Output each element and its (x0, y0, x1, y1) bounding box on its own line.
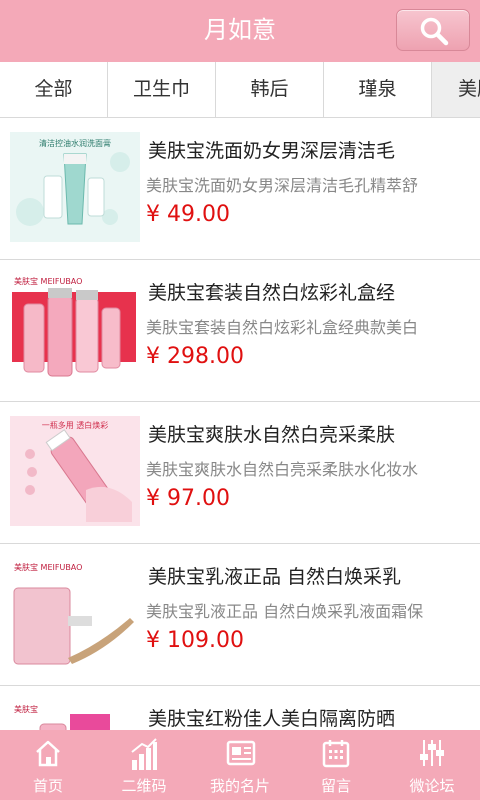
product-title: 美肤宝洗面奶女男深层清洁毛 (148, 140, 396, 162)
product-title: 美肤宝爽肤水自然白亮采柔肤 (148, 424, 396, 446)
card-icon (226, 740, 256, 766)
product-image: 美肤宝 MEIFUBAO (10, 274, 140, 384)
product-image-caption: 美肤宝 MEIFUBAO (14, 562, 82, 572)
product-image-caption: 美肤宝 MEIFUBAO (14, 276, 82, 286)
tabbar-item-my-card[interactable]: 我的名片 (192, 730, 288, 800)
product-list: 清洁控油水润洗面膏 美肤宝洗面奶女男深层清洁毛 美肤宝洗面奶女男深层清洁毛孔精萃… (0, 118, 480, 730)
tabbar-item-message[interactable]: 留言 (288, 730, 384, 800)
product-image-caption: 一瓶多用 透白焕彩 (42, 420, 109, 430)
product-title: 美肤宝乳液正品 自然白焕采乳 (148, 566, 402, 588)
product-description: 美肤宝乳液正品 自然白焕采乳液面霜保 (146, 602, 424, 621)
product-image-caption: 美肤宝 (14, 704, 38, 714)
tab-meifubao[interactable]: 美肤宝 (432, 62, 480, 117)
tabbar-label: 留言 (320, 777, 351, 795)
tab-hanhou[interactable]: 韩后 (216, 62, 324, 117)
product-title: 美肤宝套装自然白炫彩礼盒经 (148, 282, 396, 304)
header-bar: 月如意 (0, 0, 480, 62)
product-price: ¥ 298.00 (146, 344, 244, 369)
tabbar-label: 我的名片 (209, 777, 270, 795)
product-title: 美肤宝红粉佳人美白隔离防晒 (148, 708, 396, 730)
product-description: 美肤宝洗面奶女男深层清洁毛孔精萃舒 (146, 176, 419, 195)
tabbar-label: 二维码 (121, 777, 167, 795)
product-description: 美肤宝套装自然白炫彩礼盒经典款美白 (146, 318, 419, 337)
sliders-icon (420, 740, 444, 766)
tab-sanitary-pads[interactable]: 卫生巾 (108, 62, 216, 117)
product-image-caption: 清洁控油水润洗面膏 (39, 138, 111, 148)
product-price: ¥ 97.00 (146, 486, 230, 511)
bar-chart-icon (131, 738, 157, 770)
product-item[interactable]: 一瓶多用 透白焕彩 美肤宝爽肤水自然白亮采柔肤 美肤宝爽肤水自然白亮采柔肤水化妆… (0, 402, 480, 544)
product-image: 美肤宝 MEIFUBAO (10, 558, 140, 668)
tab-jinquan[interactable]: 瑾泉 (324, 62, 432, 117)
product-image: 美肤宝 (10, 700, 140, 730)
calendar-icon (322, 740, 350, 768)
bottom-tab-bar: 首页 二维码 我的名片 留言 微论坛 (0, 730, 480, 800)
product-item[interactable]: 清洁控油水润洗面膏 美肤宝洗面奶女男深层清洁毛 美肤宝洗面奶女男深层清洁毛孔精萃… (0, 118, 480, 260)
category-tabs: 全部 卫生巾 韩后 瑾泉 美肤宝 (0, 62, 480, 118)
tabbar-label: 微论坛 (409, 777, 455, 795)
product-item[interactable]: 美肤宝 MEIFUBAO 美肤宝乳液正品 自然白焕采乳 美肤宝乳液正品 自然白焕… (0, 544, 480, 686)
product-price: ¥ 49.00 (146, 202, 230, 227)
product-description: 美肤宝爽肤水自然白亮采柔肤水化妆水 (146, 460, 419, 479)
search-button[interactable] (396, 9, 470, 51)
product-image: 清洁控油水润洗面膏 (10, 132, 140, 242)
product-price: ¥ 109.00 (146, 628, 244, 653)
tabbar-item-forum[interactable]: 微论坛 (384, 730, 480, 800)
search-icon (420, 17, 449, 46)
product-item[interactable]: 美肤宝 美肤宝红粉佳人美白隔离防晒 (0, 686, 480, 730)
home-icon (36, 740, 60, 767)
tabbar-label: 首页 (32, 777, 63, 795)
tabbar-item-home[interactable]: 首页 (0, 730, 96, 800)
tab-all[interactable]: 全部 (0, 62, 108, 117)
tabbar-item-qrcode[interactable]: 二维码 (96, 730, 192, 800)
product-item[interactable]: 美肤宝 MEIFUBAO 美肤宝套装自然白炫彩礼盒经 美肤宝套装自然白炫彩礼盒经… (0, 260, 480, 402)
product-image: 一瓶多用 透白焕彩 (10, 416, 140, 526)
